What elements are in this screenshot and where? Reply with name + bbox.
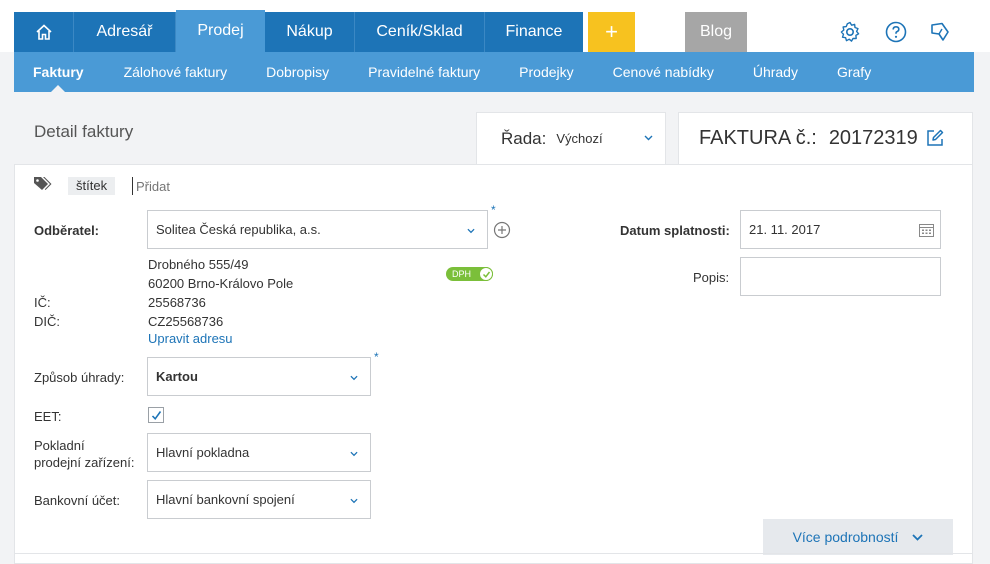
dph-toggle-knob — [479, 267, 493, 281]
address-line-2: 60200 Brno-Královo Pole — [148, 276, 294, 291]
tab-adresar[interactable]: Adresář — [74, 12, 176, 52]
odberatel-label: Odběratel: — [34, 223, 100, 238]
subnav-dobropisy[interactable]: Dobropisy — [266, 52, 329, 92]
tab-finance[interactable]: Finance — [485, 12, 583, 52]
datum-splatnosti-value: 21. 11. 2017 — [749, 222, 821, 237]
faktura-number-box: FAKTURA č.: 20172319 — [678, 112, 973, 164]
check-icon — [151, 411, 162, 421]
chevron-down-icon — [912, 533, 924, 541]
rada-select[interactable]: Řada: Výchozí — [476, 112, 666, 164]
odberatel-value: Solitea Česká republika, a.s. — [156, 222, 321, 237]
ic-label: IČ: — [34, 295, 51, 310]
tab-cenik-sklad-label: Ceník/Sklad — [376, 23, 463, 40]
chevron-down-icon — [350, 375, 358, 381]
tags-icon — [34, 177, 52, 190]
dic-label: DIČ: — [34, 314, 60, 329]
subnav-grafy[interactable]: Grafy — [837, 52, 871, 92]
more-details-label: Více podrobností — [792, 529, 899, 545]
subnav-prodejky[interactable]: Prodejky — [519, 52, 573, 92]
subnav-cenove-nabidky[interactable]: Cenové nabídky — [613, 52, 714, 92]
required-mark: * — [491, 203, 496, 217]
calendar-icon[interactable] — [919, 223, 934, 237]
pokladni-label-line2: prodejní zařízení: — [34, 455, 135, 470]
check-icon — [482, 271, 491, 278]
chevron-down-icon — [467, 228, 475, 234]
dic-value: CZ25568736 — [148, 314, 224, 329]
subnav-pravidelne-faktury-label: Pravidelné faktury — [368, 64, 481, 80]
subnav-zalohove-faktury-label: Zálohové faktury — [123, 64, 228, 80]
blog-button[interactable]: Blog — [685, 12, 747, 52]
subnav-zalohove-faktury[interactable]: Zálohové faktury — [124, 52, 228, 92]
chevron-down-icon — [644, 135, 653, 141]
bankovni-ucet-label: Bankovní účet: — [34, 493, 120, 508]
tab-adresar-label: Adresář — [96, 23, 153, 40]
zpusob-uhrady-label: Způsob úhrady: — [34, 370, 125, 385]
page-title: Detail faktury — [34, 122, 134, 141]
rada-label: Řada: — [501, 128, 547, 148]
main-navigation: Adresář Prodej Nákup Ceník/Sklad Finance — [14, 10, 583, 52]
subnav-grafy-label: Grafy — [836, 64, 872, 80]
zpusob-uhrady-select[interactable]: Kartou — [147, 357, 371, 396]
chevron-down-icon — [350, 451, 358, 457]
odberatel-select[interactable]: Solitea Česká republika, a.s. — [147, 210, 488, 249]
datum-splatnosti-label: Datum splatnosti: — [620, 223, 730, 238]
zpusob-uhrady-value: Kartou — [156, 369, 198, 384]
faktura-number: 20172319 — [828, 127, 918, 149]
ic-value: 25568736 — [148, 295, 206, 310]
faktura-label: FAKTURA č.: — [699, 127, 817, 149]
subnav-uhrady-label: Úhrady — [752, 64, 798, 80]
blog-label: Blog — [699, 23, 733, 40]
pokladni-label-line1: Pokladní — [34, 438, 85, 453]
bankovni-ucet-value: Hlavní bankovní spojení — [156, 492, 295, 507]
subnav-pravidelne-faktury[interactable]: Pravidelné faktury — [368, 52, 480, 92]
help-icon[interactable] — [884, 20, 908, 44]
subnav-faktury-label: Faktury — [33, 64, 84, 80]
pokladni-zarizeni-value: Hlavní pokladna — [156, 445, 250, 460]
more-details-button[interactable]: Více podrobností — [763, 519, 953, 555]
add-contact-icon[interactable] — [493, 221, 511, 239]
datum-splatnosti-input[interactable]: 21. 11. 2017 — [740, 210, 941, 249]
panel-divider — [14, 553, 973, 554]
add-tag-input[interactable] — [132, 177, 252, 195]
edit-icon[interactable] — [925, 128, 945, 148]
eet-checkbox[interactable] — [148, 407, 164, 423]
home-icon — [35, 24, 52, 40]
tab-home[interactable] — [14, 12, 74, 52]
subnav-cenove-nabidky-label: Cenové nabídky — [612, 64, 714, 80]
tab-prodej-label: Prodej — [197, 22, 244, 39]
tab-nakup-label: Nákup — [286, 23, 333, 40]
subnav-faktury[interactable]: Faktury — [33, 52, 84, 92]
eet-label: EET: — [34, 409, 62, 424]
add-button[interactable]: + — [588, 12, 635, 52]
tab-nakup[interactable]: Nákup — [265, 12, 355, 52]
sub-navigation: Faktury Zálohové faktury Dobropisy Pravi… — [14, 52, 974, 92]
address-line-1: Drobného 555/49 — [148, 257, 249, 272]
tab-prodej[interactable]: Prodej — [176, 10, 265, 52]
bankovni-ucet-select[interactable]: Hlavní bankovní spojení — [147, 480, 371, 519]
pokladni-zarizeni-select[interactable]: Hlavní pokladna — [147, 433, 371, 472]
subnav-uhrady[interactable]: Úhrady — [753, 52, 798, 92]
tab-finance-label: Finance — [505, 23, 563, 40]
tab-cenik-sklad[interactable]: Ceník/Sklad — [355, 12, 485, 52]
subnav-dobropisy-label: Dobropisy — [266, 64, 330, 80]
chevron-down-icon — [350, 498, 358, 504]
rada-value: Výchozí — [556, 131, 603, 146]
popis-input[interactable] — [740, 257, 941, 296]
dph-toggle[interactable]: DPH — [446, 267, 493, 281]
plus-icon: + — [605, 19, 618, 44]
subnav-prodejky-label: Prodejky — [519, 64, 574, 80]
dph-label: DPH — [452, 269, 472, 279]
settings-gear-icon[interactable] — [838, 20, 862, 44]
popis-label: Popis: — [693, 270, 730, 285]
required-mark: * — [374, 350, 379, 364]
tag-chip[interactable]: štítek — [68, 177, 116, 195]
feedback-icon[interactable] — [928, 20, 952, 44]
edit-address-link[interactable]: Upravit adresu — [148, 331, 233, 346]
